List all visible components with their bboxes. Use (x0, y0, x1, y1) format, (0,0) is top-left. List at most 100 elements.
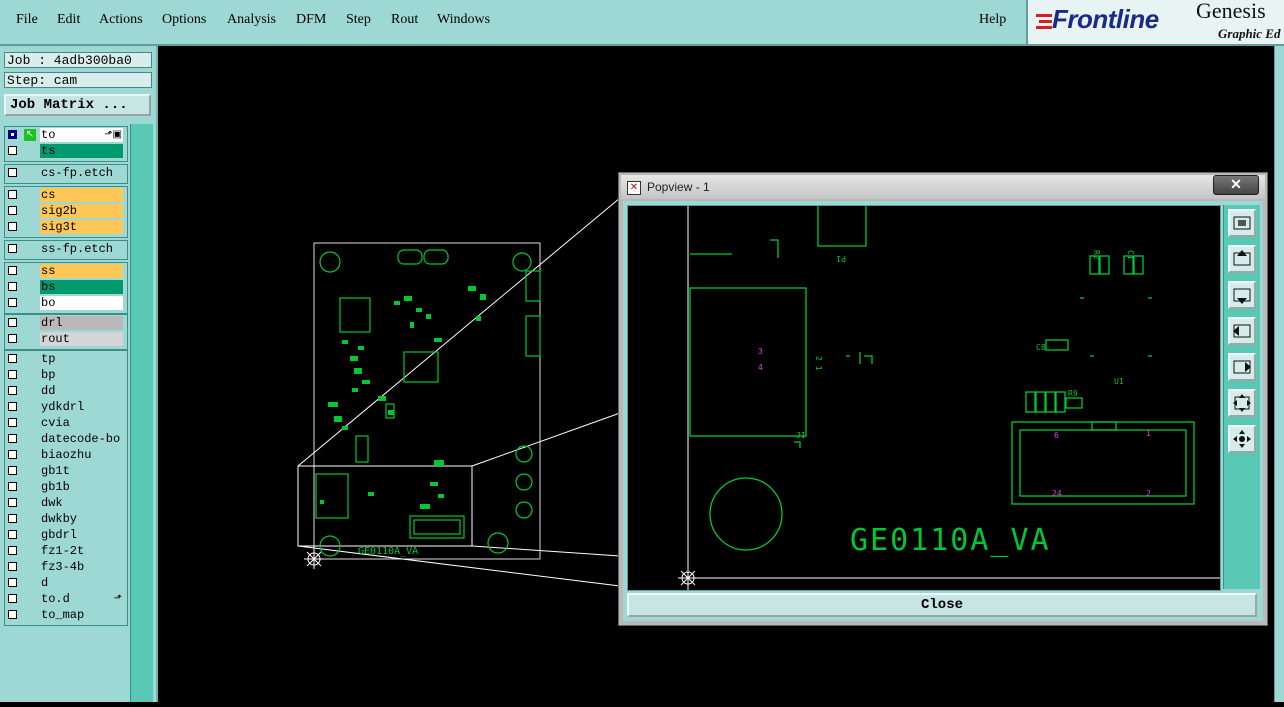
layer-row-tp[interactable]: tp (4, 351, 126, 367)
popview-titlebar[interactable]: ✕ Popview - 1 ✕ (621, 175, 1265, 199)
layer-checkbox[interactable] (8, 482, 17, 491)
layer-name[interactable]: cs-fp.etch (40, 166, 123, 180)
layer-checkbox[interactable] (8, 168, 17, 177)
layer-row-dd[interactable]: dd (4, 383, 126, 399)
layer-checkbox[interactable] (8, 514, 17, 523)
layer-name[interactable]: rout (40, 332, 123, 346)
layer-checkbox[interactable] (8, 334, 17, 343)
zoom-fit-icon[interactable] (1228, 209, 1256, 237)
layer-name[interactable]: ss-fp.etch (40, 242, 123, 256)
layer-row-dwk[interactable]: dwk (4, 495, 126, 511)
menu-dfm[interactable]: DFM (296, 12, 326, 28)
layer-checkbox[interactable] (8, 130, 17, 139)
layer-name[interactable]: to_map (40, 608, 123, 622)
layer-checkbox[interactable] (8, 206, 17, 215)
layer-checkbox[interactable] (8, 610, 17, 619)
layer-row-sig2b[interactable]: sig2b (4, 203, 126, 219)
layer-row-to[interactable]: ↖ to ⬏▣ (4, 127, 126, 143)
popview-canvas[interactable]: P1 R2 C1 2 1 C8 U1 R9 J1 3 4 6 1 24 2 GE011… (627, 205, 1221, 591)
layer-row-rout[interactable]: rout (4, 331, 126, 347)
layer-checkbox[interactable] (8, 594, 17, 603)
layer-name[interactable]: gbdrl (40, 528, 123, 542)
layer-row-bs[interactable]: bs (4, 279, 126, 295)
layer-list-scrollbar[interactable] (130, 124, 153, 702)
layer-name[interactable]: drl (40, 316, 123, 330)
layer-row-gb1b[interactable]: gb1b (4, 479, 126, 495)
menu-windows[interactable]: Windows (437, 12, 490, 28)
layer-checkbox[interactable] (8, 450, 17, 459)
layer-checkbox[interactable] (8, 318, 17, 327)
menu-analysis[interactable]: Analysis (227, 12, 276, 28)
layer-row-ss-fp.etch[interactable]: ss-fp.etch (4, 241, 126, 257)
layer-name[interactable]: cvia (40, 416, 123, 430)
layer-row-bp[interactable]: bp (4, 367, 126, 383)
layer-name[interactable]: gb1t (40, 464, 123, 478)
pan-left-icon[interactable] (1228, 317, 1256, 345)
layer-row-gb1t[interactable]: gb1t (4, 463, 126, 479)
layer-row-cs-fp.etch[interactable]: cs-fp.etch (4, 165, 126, 181)
layer-name[interactable]: fz1-2t (40, 544, 123, 558)
layer-name[interactable]: datecode-bo (40, 432, 123, 446)
layer-name[interactable]: dd (40, 384, 123, 398)
layer-row-biaozhu[interactable]: biaozhu (4, 447, 126, 463)
layer-name[interactable]: bo (40, 296, 123, 310)
layer-row-sig3t[interactable]: sig3t (4, 219, 126, 235)
menu-options[interactable]: Options (162, 12, 206, 28)
menu-step[interactable]: Step (346, 12, 371, 28)
layer-row-to_map[interactable]: to_map (4, 607, 126, 623)
pan-up-icon[interactable] (1228, 245, 1256, 273)
layer-checkbox[interactable] (8, 578, 17, 587)
layer-checkbox[interactable] (8, 466, 17, 475)
layer-checkbox[interactable] (8, 530, 17, 539)
layer-name[interactable]: biaozhu (40, 448, 123, 462)
layer-name[interactable]: ss (40, 264, 123, 278)
layer-checkbox[interactable] (8, 402, 17, 411)
layer-row-ts[interactable]: ts (4, 143, 126, 159)
layer-name[interactable]: dwk (40, 496, 123, 510)
close-icon[interactable]: ✕ (1213, 175, 1259, 195)
menu-help[interactable]: Help (979, 12, 1006, 28)
layer-row-drl[interactable]: drl (4, 315, 126, 331)
layer-name[interactable]: sig2b (40, 204, 123, 218)
layer-name[interactable]: tp (40, 352, 123, 366)
menu-actions[interactable]: Actions (99, 12, 143, 28)
layer-name[interactable]: gb1b (40, 480, 123, 494)
pan-right-icon[interactable] (1228, 353, 1256, 381)
layer-row-cs[interactable]: cs (4, 187, 126, 203)
layer-name[interactable]: bp (40, 368, 123, 382)
layer-row-cvia[interactable]: cvia (4, 415, 126, 431)
zoom-in-icon[interactable] (1228, 425, 1256, 453)
zoom-out-icon[interactable] (1228, 389, 1256, 417)
layer-name[interactable]: ydkdrl (40, 400, 123, 414)
layer-row-fz1-2t[interactable]: fz1-2t (4, 543, 126, 559)
layer-name[interactable]: dwkby (40, 512, 123, 526)
layer-checkbox[interactable] (8, 244, 17, 253)
layer-checkbox[interactable] (8, 222, 17, 231)
layer-row-fz3-4b[interactable]: fz3-4b (4, 559, 126, 575)
layer-checkbox[interactable] (8, 282, 17, 291)
layer-row-to.d[interactable]: to.d ⬏ (4, 591, 126, 607)
layer-checkbox[interactable] (8, 354, 17, 363)
layer-checkbox[interactable] (8, 418, 17, 427)
layer-checkbox[interactable] (8, 370, 17, 379)
layer-checkbox[interactable] (8, 386, 17, 395)
layer-checkbox[interactable] (8, 146, 17, 155)
layer-checkbox[interactable] (8, 546, 17, 555)
layer-name[interactable]: sig3t (40, 220, 123, 234)
layer-name[interactable]: ts (40, 144, 123, 158)
layer-checkbox[interactable] (8, 266, 17, 275)
layer-name[interactable]: bs (40, 280, 123, 294)
layer-name[interactable]: cs (40, 188, 123, 202)
menu-rout[interactable]: Rout (391, 12, 418, 28)
layer-row-d[interactable]: d (4, 575, 126, 591)
layer-name[interactable]: to.d (40, 592, 123, 606)
layer-checkbox[interactable] (8, 562, 17, 571)
layer-row-ss[interactable]: ss (4, 263, 126, 279)
close-button[interactable]: Close (627, 593, 1257, 617)
menu-file[interactable]: File (16, 12, 38, 28)
layer-checkbox[interactable] (8, 434, 17, 443)
layer-row-gbdrl[interactable]: gbdrl (4, 527, 126, 543)
layer-checkbox[interactable] (8, 298, 17, 307)
layer-checkbox[interactable] (8, 190, 17, 199)
layer-row-bo[interactable]: bo (4, 295, 126, 311)
